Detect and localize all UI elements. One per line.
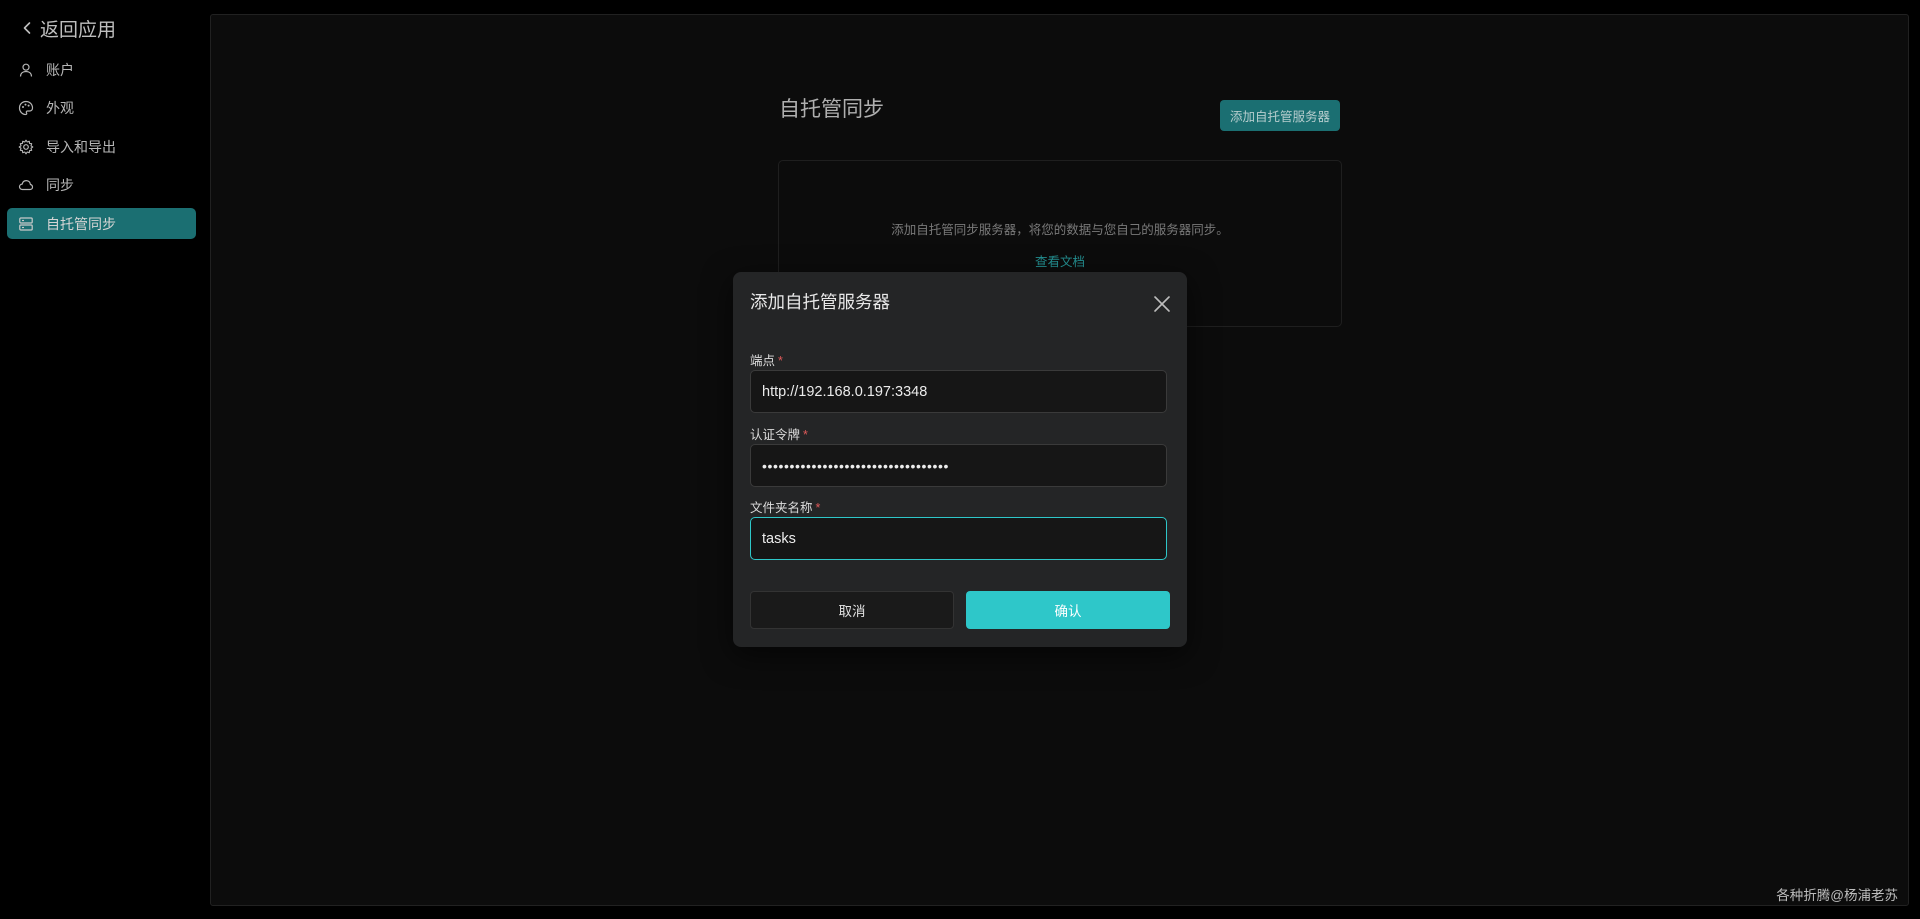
required-asterisk: * [778, 354, 783, 368]
add-server-dialog: 添加自托管服务器 端点 * http://192.168.0.197:3348 认… [733, 272, 1187, 647]
auth-token-label: 认证令牌 * [750, 428, 808, 442]
close-button[interactable] [1151, 293, 1173, 315]
folder-name-label: 文件夹名称 * [750, 501, 821, 515]
endpoint-input[interactable]: http://192.168.0.197:3348 [750, 370, 1167, 413]
required-asterisk: * [815, 501, 821, 515]
confirm-button[interactable]: 确认 [966, 591, 1170, 629]
endpoint-label: 端点 * [750, 354, 783, 368]
cancel-button[interactable]: 取消 [750, 591, 954, 629]
folder-name-input[interactable]: tasks [750, 517, 1167, 560]
watermark: 各种折腾@杨浦老苏 [1776, 888, 1898, 903]
auth-token-input[interactable]: •••••••••••••••••••••••••••••••••• [750, 444, 1167, 487]
close-icon [1154, 296, 1170, 312]
dialog-title: 添加自托管服务器 [750, 292, 890, 312]
required-asterisk: * [803, 428, 808, 442]
